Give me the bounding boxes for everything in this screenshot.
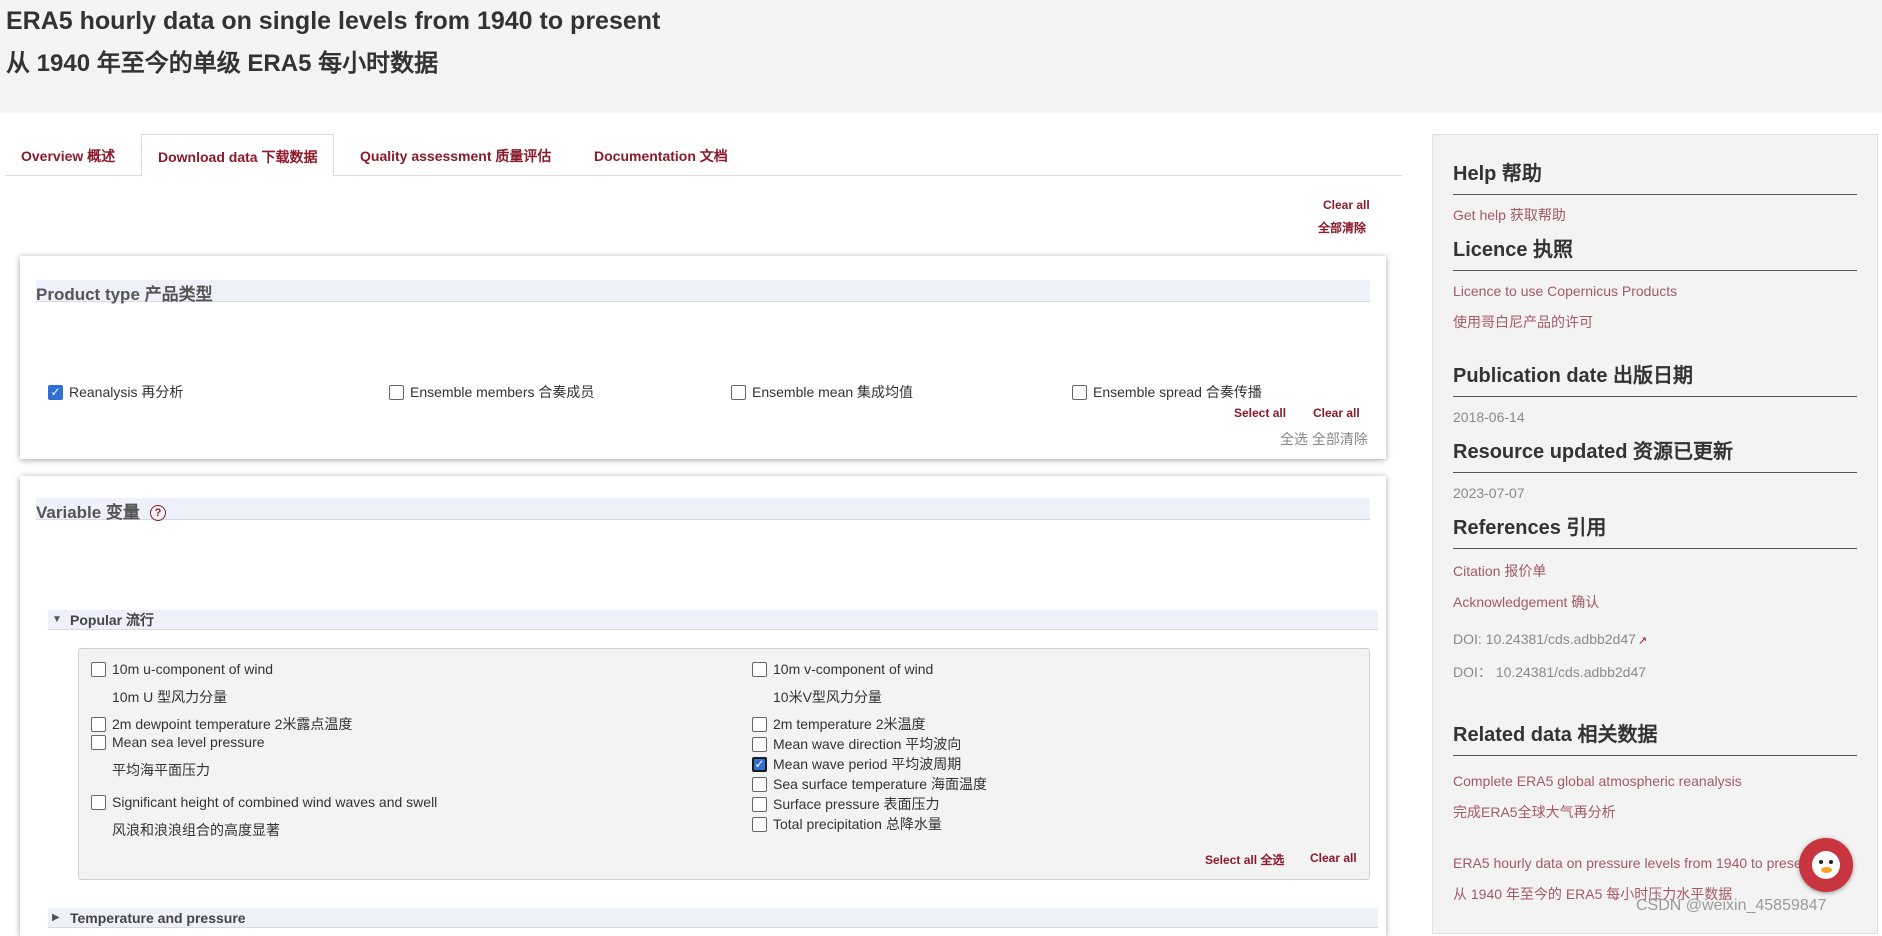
checkbox-icon[interactable] (752, 776, 767, 792)
checkbox-icon[interactable] (731, 384, 746, 400)
select-clear-zh: 全选 全部清除 (1280, 431, 1368, 447)
select-all-link[interactable]: Select all 全选 (1205, 851, 1284, 868)
checkbox-icon[interactable] (1072, 384, 1087, 400)
popular-variables-panel: 10m u-component of wind 10m U 型风力分量 2m d… (78, 648, 1370, 880)
checkbox-icon[interactable] (91, 716, 106, 732)
checkbox-checked-icon[interactable] (752, 756, 767, 772)
help-heading: Help 帮助 (1453, 157, 1857, 195)
section-popular[interactable]: ▼ Popular 流行 (48, 610, 1378, 630)
triangle-down-icon: ▼ (52, 614, 62, 625)
watermark: CSDN @weixin_45859847 (1636, 897, 1827, 914)
doi-zh: DOI： 10.24381/cds.adbb2d47 (1453, 664, 1647, 680)
resource-updated-date: 2023-07-07 (1453, 485, 1525, 501)
related-link-era5-complete-zh[interactable]: 完成ERA5全球大气再分析 (1453, 802, 1616, 822)
checkbox-icon[interactable] (752, 661, 767, 677)
var-mean-sea-level-pressure[interactable]: Mean sea level pressure (91, 734, 265, 750)
var-significant-wave-height[interactable]: Significant height of combined wind wave… (91, 794, 437, 810)
resource-updated-heading: Resource updated 资源已更新 (1453, 435, 1857, 473)
tab-download-data[interactable]: Download data 下载数据 (141, 134, 335, 177)
var-2m-dewpoint[interactable]: 2m dewpoint temperature 2米露点温度 (91, 714, 352, 734)
section-temperature-pressure[interactable]: ▶ Temperature and pressure (48, 908, 1378, 928)
related-data-heading: Related data 相关数据 (1453, 718, 1857, 756)
option-ensemble-mean[interactable]: Ensemble mean 集成均值 (731, 382, 913, 402)
tab-documentation[interactable]: Documentation 文档 (578, 134, 744, 176)
var-2m-temperature[interactable]: 2m temperature 2米温度 (752, 714, 926, 734)
citation-link[interactable]: Citation 报价单 (1453, 561, 1546, 581)
checkbox-icon[interactable] (389, 384, 404, 400)
page-title: ERA5 hourly data on single levels from 1… (6, 7, 661, 35)
tab-overview[interactable]: Overview 概述 (5, 134, 131, 176)
checkbox-checked-icon[interactable] (48, 384, 63, 400)
option-reanalysis[interactable]: Reanalysis 再分析 (48, 382, 183, 402)
licence-link[interactable]: Licence to use Copernicus Products (1453, 283, 1677, 299)
checkbox-icon[interactable] (752, 796, 767, 812)
var-mean-wave-period[interactable]: Mean wave period 平均波周期 (752, 754, 961, 774)
variable-title: Variable 变量? (36, 498, 1370, 522)
product-type-card: Product type 产品类型 Reanalysis 再分析 Ensembl… (20, 256, 1386, 459)
option-ensemble-members[interactable]: Ensemble members 合奏成员 (389, 382, 594, 402)
tab-quality-assessment[interactable]: Quality assessment 质量评估 (344, 134, 567, 176)
var-sub-label: 平均海平面压力 (112, 762, 210, 778)
references-heading: References 引用 (1453, 511, 1857, 549)
var-mean-wave-direction[interactable]: Mean wave direction 平均波向 (752, 734, 961, 754)
var-sub-label: 10米V型风力分量 (773, 689, 882, 705)
sidebar: Help 帮助 Get help 获取帮助 Licence 执照 Licence… (1432, 134, 1878, 934)
var-sea-surface-temperature[interactable]: Sea surface temperature 海面温度 (752, 774, 987, 794)
option-ensemble-spread[interactable]: Ensemble spread 合奏传播 (1072, 382, 1262, 402)
var-10m-u-wind[interactable]: 10m u-component of wind (91, 661, 273, 677)
var-surface-pressure[interactable]: Surface pressure 表面压力 (752, 794, 940, 814)
duck-face-icon (1812, 851, 1840, 879)
get-help-link[interactable]: Get help 获取帮助 (1453, 205, 1566, 225)
tab-bar: Overview 概述 Download data 下载数据 Quality a… (5, 134, 1402, 177)
product-type-title: Product type 产品类型 (36, 280, 1370, 304)
publication-date: 2018-06-14 (1453, 409, 1525, 425)
checkbox-icon[interactable] (752, 816, 767, 832)
acknowledgement-link[interactable]: Acknowledgement 确认 (1453, 592, 1599, 612)
licence-link-zh[interactable]: 使用哥白尼产品的许可 (1453, 312, 1593, 332)
page-header: ERA5 hourly data on single levels from 1… (0, 0, 1882, 113)
checkbox-icon[interactable] (91, 661, 106, 677)
var-sub-label: 10m U 型风力分量 (112, 689, 228, 705)
variable-card: Variable 变量? ▼ Popular 流行 10m u-componen… (20, 476, 1386, 936)
checkbox-icon[interactable] (752, 736, 767, 752)
help-circle-icon[interactable]: ? (149, 505, 166, 521)
licence-heading: Licence 执照 (1453, 233, 1857, 271)
publication-date-heading: Publication date 出版日期 (1453, 359, 1857, 397)
related-link-era5-pressure[interactable]: ERA5 hourly data on pressure levels from… (1453, 855, 1802, 871)
select-all-link[interactable]: Select all (1234, 406, 1286, 420)
related-link-era5-complete[interactable]: Complete ERA5 global atmospheric reanaly… (1453, 773, 1742, 789)
var-total-precipitation[interactable]: Total precipitation 总降水量 (752, 814, 942, 834)
clear-all-link[interactable]: Clear all (1313, 406, 1360, 420)
clear-all-link[interactable]: Clear all (1310, 851, 1357, 865)
doi-link[interactable]: DOI: 10.24381/cds.adbb2d47 ↗ (1453, 631, 1647, 647)
checkbox-icon[interactable] (752, 716, 767, 732)
checkbox-icon[interactable] (91, 794, 106, 810)
page-title-zh: 从 1940 年至今的单级 ERA5 每小时数据 (6, 50, 439, 77)
external-link-icon: ↗ (1637, 635, 1648, 647)
clear-all-link[interactable]: Clear all (1323, 198, 1370, 212)
triangle-right-icon: ▶ (52, 912, 60, 923)
var-sub-label: 风浪和浪浪组合的高度显著 (112, 822, 280, 838)
checkbox-icon[interactable] (91, 734, 106, 750)
assistant-avatar-icon[interactable] (1799, 838, 1853, 892)
clear-all-link-zh[interactable]: 全部清除 (1318, 219, 1366, 236)
var-10m-v-wind[interactable]: 10m v-component of wind (752, 661, 933, 677)
